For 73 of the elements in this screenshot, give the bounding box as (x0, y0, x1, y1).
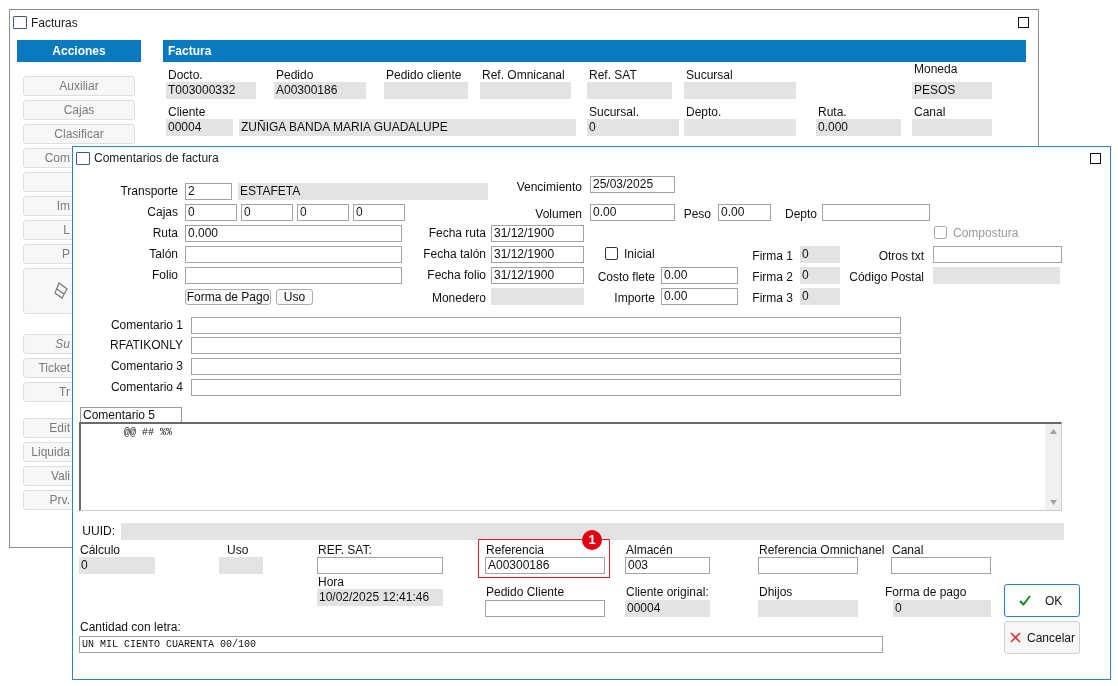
read-only-field: 0 (79, 557, 155, 574)
callout-badge: 1 (582, 530, 602, 550)
field-label: Sucursal. (589, 106, 640, 119)
read-only-field: 0 (587, 119, 679, 136)
field-label: Monedero (431, 291, 486, 306)
field-label: Importe (614, 291, 655, 306)
field-label: Docto. (168, 69, 203, 82)
read-only-field: 00004 (166, 119, 233, 136)
field-label: Forma de pago (885, 585, 967, 600)
window-title: Facturas (31, 15, 79, 30)
field-label: Transporte (120, 184, 178, 199)
field-label: Uso (227, 543, 249, 558)
field-label: Cálculo (80, 543, 121, 558)
read-only-field: A00300186 (274, 82, 366, 99)
read-only-field: PESOS (912, 82, 992, 99)
field-label: Ref. SAT (589, 69, 637, 82)
field-label: Folio (152, 268, 178, 283)
field-label: Pedido (276, 69, 314, 82)
checkbox-label: Inicial (624, 247, 655, 262)
field-label: Canal (892, 543, 924, 558)
field-label: Depto (784, 207, 817, 222)
field-label: Código Postal (849, 270, 924, 285)
field-label: Depto. (686, 106, 722, 119)
field-label: Cajas (147, 205, 178, 220)
field-label: Pedido cliente (386, 69, 462, 82)
field-label: REF. SAT: (318, 543, 372, 558)
field-label: Ruta. (818, 106, 847, 119)
read-only-field: ESTAFETA (238, 183, 488, 200)
field-label: Referencia Omnichanel (759, 543, 885, 558)
read-only-field: 0 (893, 600, 991, 617)
read-only-field: T003000332 (166, 82, 256, 99)
window-title: Comentarios de factura (94, 151, 220, 165)
field-label: UUID: (82, 524, 115, 539)
read-only-field: 0 (800, 288, 840, 305)
field-label: Talón (149, 247, 178, 262)
field-label: Comentario 4 (110, 380, 183, 395)
field-label: Vencimiento (516, 180, 582, 195)
field-label: Cliente (168, 106, 206, 119)
field-label: Firma 2 (752, 270, 793, 285)
checkbox-label: Compostura (953, 226, 1019, 241)
field-label: Cliente original: (626, 585, 709, 600)
read-only-field: 0.000 (816, 119, 901, 136)
field-label: Hora (318, 575, 344, 590)
field-label: Comentario 3 (110, 359, 183, 374)
read-only-field: 0 (800, 246, 840, 263)
field-label: Fecha talón (423, 247, 486, 262)
field-label: RFATIKONLY (110, 338, 183, 353)
section-header: Acciones (17, 40, 141, 62)
memo-text: @@ ## %% (124, 427, 172, 438)
field-label: Comentario 1 (110, 318, 183, 333)
read-only-field: 0 (800, 267, 840, 284)
field-label: Canal (914, 106, 946, 119)
field-label: Otros txt (878, 249, 924, 264)
field-label: Volumen (535, 207, 582, 222)
field-label: Almacén (626, 543, 673, 558)
section-header: Factura (163, 40, 1026, 62)
field-label: Fecha folio (427, 268, 486, 283)
field-label: Ref. Omnicanal (482, 69, 565, 82)
field-label: Pedido Cliente (486, 585, 565, 600)
field-label: Cantidad con letra: (80, 620, 181, 635)
read-only-field: ZUÑIGA BANDA MARIA GUADALUPE (239, 119, 576, 136)
field-label: Moneda (914, 63, 958, 76)
field-label: Fecha ruta (428, 226, 486, 241)
field-label: Referencia (486, 543, 545, 558)
field-label: Ruta (152, 226, 178, 241)
read-only-field: 00004 (625, 600, 710, 617)
read-only-field: 10/02/2025 12:41:46 (317, 589, 443, 606)
field-label: Firma 3 (752, 291, 793, 306)
field-label: Peso (683, 207, 711, 222)
field-label: Dhijos (759, 585, 793, 600)
field-label: Firma 1 (752, 249, 793, 264)
field-label: Sucursal (686, 69, 733, 82)
field-label: Costo flete (597, 270, 655, 285)
